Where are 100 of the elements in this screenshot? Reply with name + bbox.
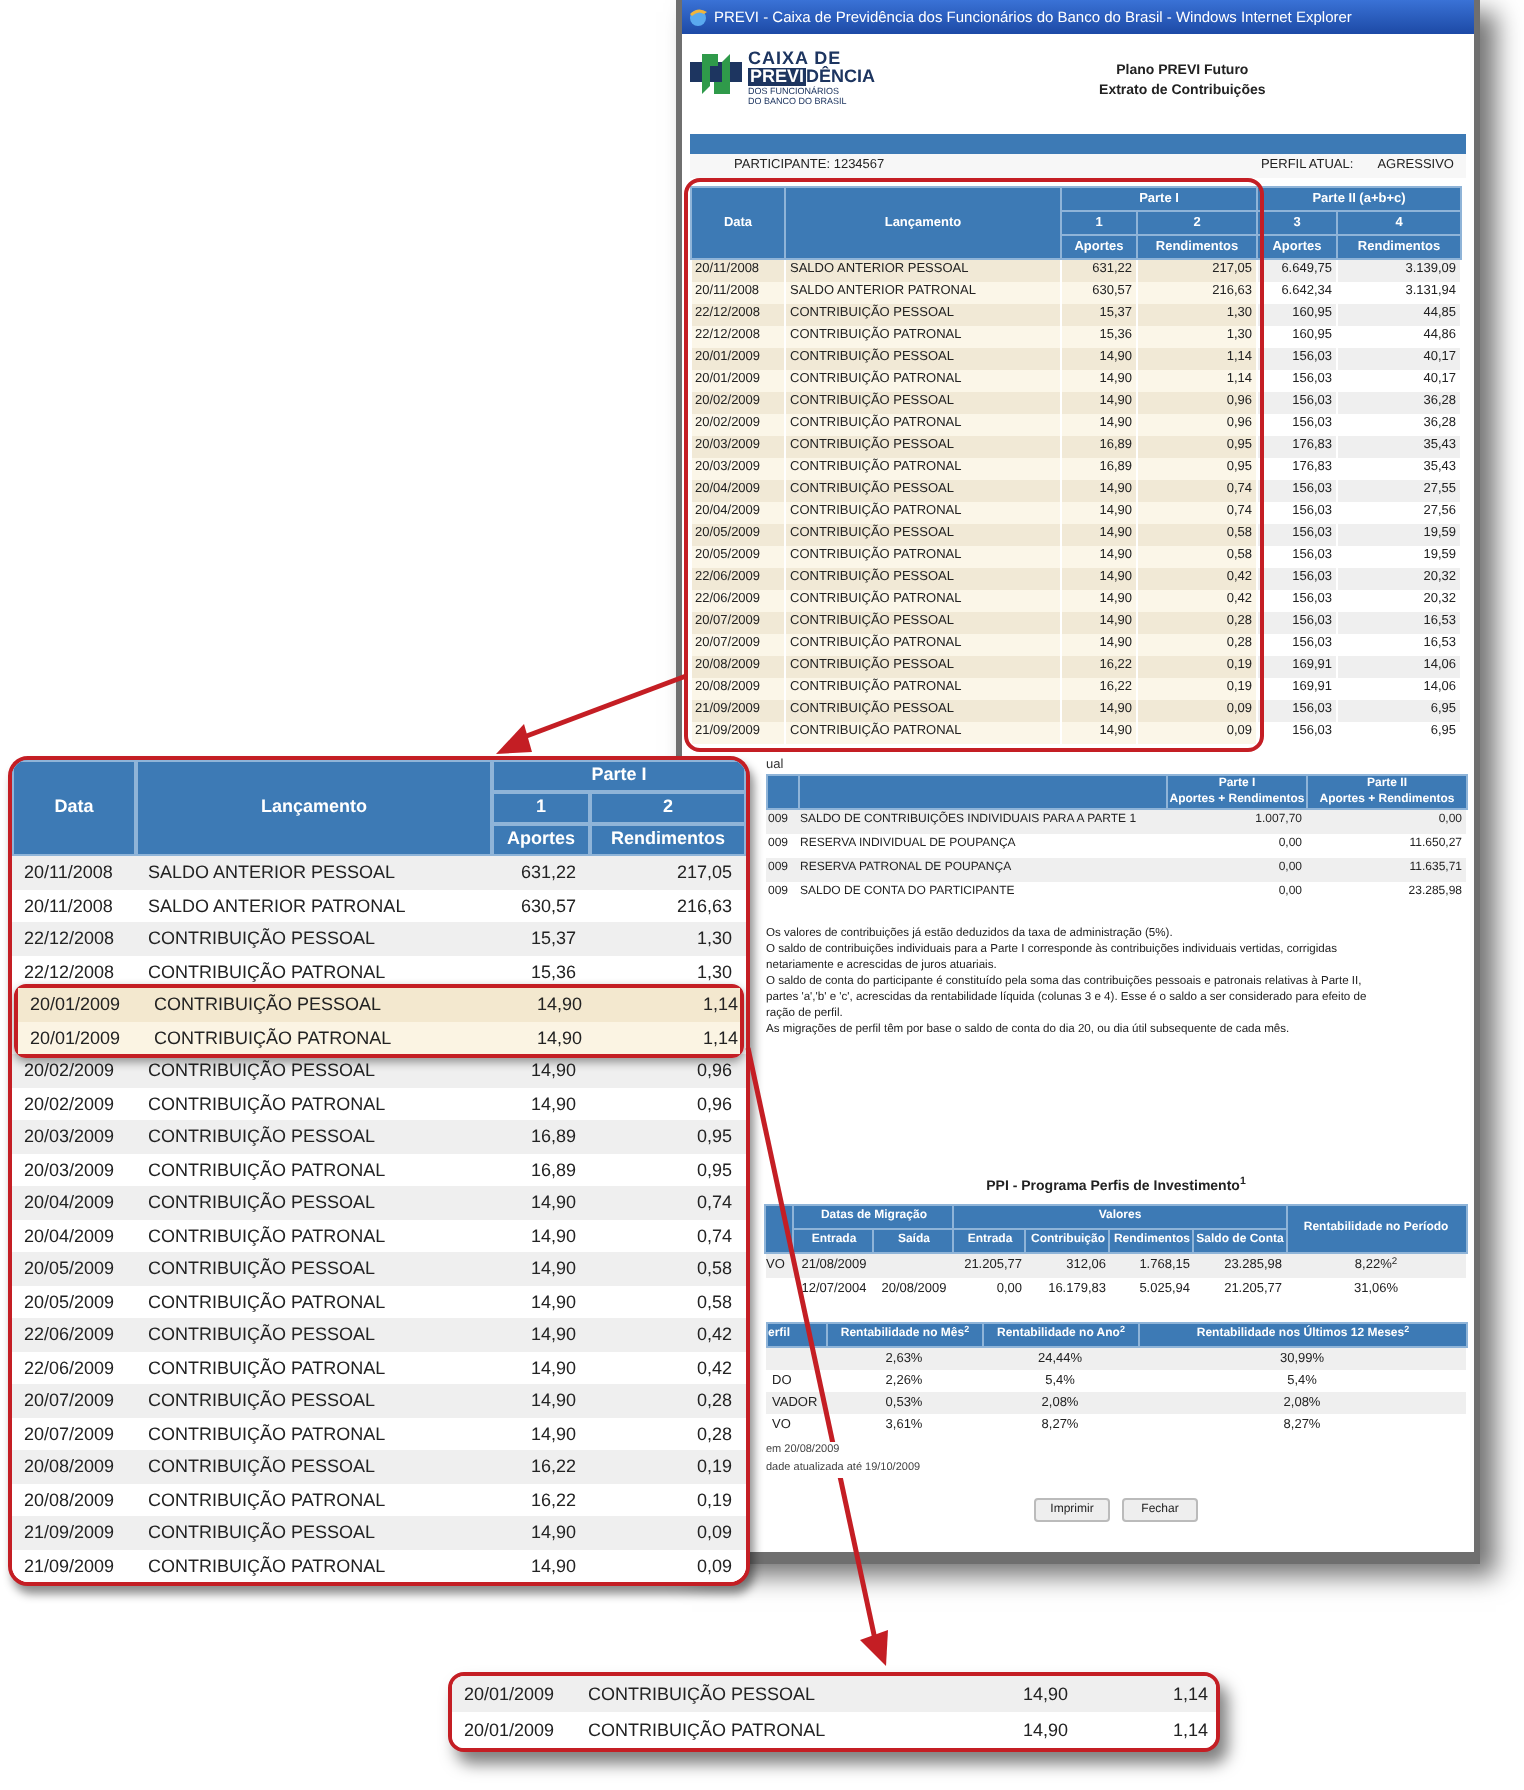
table-cell-text: 14,90 — [528, 1256, 578, 1282]
table-cell-text: CONTRIBUIÇÃO PESSOAL — [152, 992, 384, 1018]
table-cell-text: 217,05 — [674, 860, 734, 886]
table-cell-text: CONTRIBUIÇÃO PESSOAL — [146, 1322, 378, 1348]
table-cell-text: 14,90 — [528, 1091, 578, 1117]
table-cell-text: 20/03/2009 — [22, 1124, 117, 1150]
table-cell-text: 0,19 — [694, 1487, 734, 1513]
table-cell-text: 1,14 — [700, 1025, 740, 1051]
table-cell-text: 20/05/2009 — [22, 1256, 117, 1282]
table-cell-text: 20/07/2009 — [22, 1388, 117, 1414]
table-cell-text: 1,14 — [700, 992, 740, 1018]
table-cell-text: 0,58 — [694, 1256, 734, 1282]
logo-text: DÊNCIA — [806, 68, 876, 86]
table-cell-text: CONTRIBUIÇÃO PESSOAL — [146, 1190, 378, 1216]
logo-text: CAIXA DE — [748, 50, 842, 68]
table-cell-text: 20/01/2009 — [28, 1025, 123, 1051]
table-cell-text: 20/07/2009 — [22, 1421, 117, 1447]
table-cell-text: 22/12/2008 — [22, 959, 117, 985]
table-cell-text: 22/06/2009 — [22, 1355, 117, 1381]
table-cell-text: 20/04/2009 — [22, 1190, 117, 1216]
table-cell-text: 14,90 — [1020, 1718, 1070, 1744]
table-cell-text: CONTRIBUIÇÃO PESSOAL — [146, 1256, 378, 1282]
table-cell-text: 21/09/2009 — [22, 1520, 117, 1546]
table-cell-text: CONTRIBUIÇÃO PESSOAL — [146, 926, 378, 952]
table-cell-text: 0,74 — [694, 1223, 734, 1249]
column-header: 1 — [492, 792, 590, 824]
table-cell-text: 15,36 — [528, 959, 578, 985]
table-cell-text: 1,14 — [1170, 1682, 1210, 1708]
table-cell-text: 16,89 — [528, 1157, 578, 1183]
table-cell-text: 631,22 — [518, 860, 578, 886]
browser-icon — [688, 7, 708, 27]
column-header: Lançamento — [136, 760, 492, 856]
table-cell-text: 14,90 — [528, 1322, 578, 1348]
table-cell-text: 20/11/2008 — [22, 860, 115, 886]
table-cell-text: 16,22 — [528, 1487, 578, 1513]
table-cell-text: SALDO ANTERIOR PATRONAL — [146, 893, 408, 919]
table-cell-text: 20/05/2009 — [22, 1289, 117, 1315]
table-cell-text: 0,96 — [694, 1058, 734, 1084]
table-cell-text: 20/01/2009 — [28, 992, 123, 1018]
table-cell-text: CONTRIBUIÇÃO PATRONAL — [146, 1487, 388, 1514]
table-cell-text: 1,14 — [1170, 1718, 1210, 1744]
table-cell-text: 14,90 — [528, 1223, 578, 1249]
table-cell-text: 14,90 — [528, 1355, 578, 1381]
table-cell-text: 20/01/2009 — [462, 1718, 557, 1744]
table-cell-text: CONTRIBUIÇÃO PESSOAL — [146, 1124, 378, 1150]
table-cell-text: CONTRIBUIÇÃO PESSOAL — [586, 1682, 818, 1708]
table-cell-text: 14,90 — [528, 1553, 578, 1579]
table-cell-text: 20/01/2009 — [462, 1682, 557, 1708]
table-cell-text: 14,90 — [528, 1421, 578, 1447]
table-cell-text: 15,37 — [528, 926, 578, 952]
table-cell-text: 20/04/2009 — [22, 1223, 117, 1249]
table-cell-text: CONTRIBUIÇÃO PATRONAL — [146, 1289, 388, 1316]
table-cell-text: 20/02/2009 — [22, 1058, 117, 1084]
logo-text: PREVI — [748, 68, 807, 86]
table-cell-text: 14,90 — [534, 1025, 584, 1051]
table-cell-text: CONTRIBUIÇÃO PATRONAL — [586, 1718, 828, 1744]
column-header: Rendimentos — [590, 824, 746, 856]
table-cell-text: 20/11/2008 — [22, 893, 115, 919]
table-cell-text: 20/02/2009 — [22, 1091, 117, 1117]
table-cell-text: 21/09/2009 — [22, 1553, 117, 1579]
table-cell-text: 0,58 — [694, 1289, 734, 1315]
table-cell-text: 0,74 — [694, 1190, 734, 1216]
table-cell-text: 22/06/2009 — [22, 1322, 117, 1348]
column-header: Parte I — [492, 760, 746, 792]
logo-icon — [690, 50, 742, 98]
table-cell-text: 1,30 — [694, 926, 734, 952]
table-cell-text: 14,90 — [528, 1058, 578, 1084]
table-cell-text: CONTRIBUIÇÃO PESSOAL — [146, 1454, 378, 1480]
table-cell-text: CONTRIBUIÇÃO PATRONAL — [146, 1421, 388, 1448]
column-header: Aportes — [492, 824, 590, 856]
table-cell-text: CONTRIBUIÇÃO PATRONAL — [146, 959, 388, 986]
table-cell-text: 0,42 — [694, 1355, 734, 1381]
column-header: 2 — [590, 792, 746, 824]
table-cell-text: 14,90 — [528, 1520, 578, 1546]
table-cell-text: 0,09 — [694, 1520, 734, 1546]
table-cell-text: 20/08/2009 — [22, 1454, 117, 1480]
table-cell-text: 216,63 — [674, 893, 734, 919]
table-cell-text: 0,09 — [694, 1553, 734, 1579]
table-cell-text: 0,28 — [694, 1421, 734, 1447]
table-cell-text: CONTRIBUIÇÃO PATRONAL — [146, 1223, 388, 1250]
table-cell-text: 22/12/2008 — [22, 926, 117, 952]
table-cell-text: SALDO ANTERIOR PESSOAL — [146, 860, 398, 886]
table-cell-text: 14,90 — [534, 992, 584, 1018]
column-header: Data — [12, 760, 136, 856]
table-cell-text: 1,30 — [694, 959, 734, 985]
table-cell-text: 14,90 — [528, 1388, 578, 1414]
table-cell-text: 16,89 — [528, 1124, 578, 1150]
table-cell-text: CONTRIBUIÇÃO PATRONAL — [146, 1553, 388, 1580]
table-cell-text: 0,95 — [694, 1124, 734, 1150]
table-cell-text: 14,90 — [1020, 1682, 1070, 1708]
table-cell-text: 0,42 — [694, 1322, 734, 1348]
table-cell-text: CONTRIBUIÇÃO PATRONAL — [146, 1157, 388, 1184]
table-cell-text: CONTRIBUIÇÃO PESSOAL — [146, 1058, 378, 1084]
table-cell-text: 20/03/2009 — [22, 1157, 117, 1183]
table-cell-text: 0,95 — [694, 1157, 734, 1183]
table-cell-text: 20/08/2009 — [22, 1487, 117, 1513]
table-cell-text: CONTRIBUIÇÃO PESSOAL — [146, 1388, 378, 1414]
table-cell-text: 0,96 — [694, 1091, 734, 1117]
table-cell-text: CONTRIBUIÇÃO PESSOAL — [146, 1520, 378, 1546]
table-cell-text: 630,57 — [518, 893, 578, 919]
